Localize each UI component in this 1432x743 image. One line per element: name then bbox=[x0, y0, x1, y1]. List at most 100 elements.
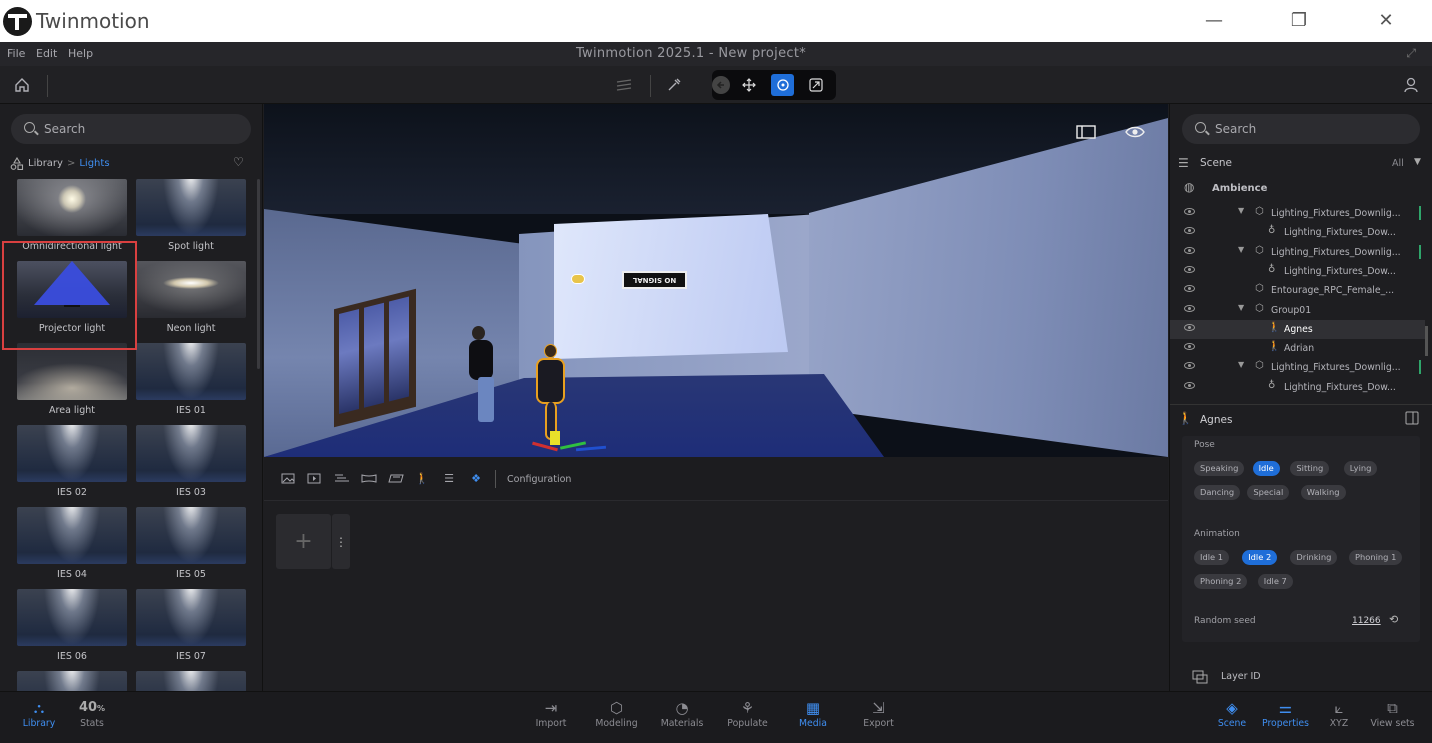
ambience-row[interactable]: ◍ Ambience bbox=[1184, 180, 1414, 198]
bottom-stats-tab[interactable]: 40% Stats bbox=[62, 698, 122, 729]
panel-toggle-icon[interactable] bbox=[1076, 124, 1096, 143]
bottom-tab-properties[interactable]: ⚌ Properties bbox=[1256, 698, 1316, 729]
library-search-input[interactable]: Search bbox=[11, 114, 251, 144]
randomize-icon[interactable]: ⟲ bbox=[1389, 613, 1398, 626]
bottom-tab-modeling[interactable]: ⬡ Modeling bbox=[587, 698, 647, 729]
minimize-button[interactable]: — bbox=[1199, 8, 1229, 34]
configuration-label[interactable]: Configuration bbox=[507, 474, 571, 485]
walk-icon[interactable]: 🚶 bbox=[415, 473, 429, 484]
fullscreen-icon[interactable]: ⤢ bbox=[1406, 46, 1416, 61]
library-item-partial[interactable] bbox=[136, 671, 246, 691]
animation-chip[interactable]: Idle 7 bbox=[1257, 574, 1293, 589]
rotate-icon[interactable] bbox=[771, 74, 794, 96]
library-item-ies-06[interactable]: IES 06 bbox=[17, 589, 127, 671]
eyedropper-icon[interactable] bbox=[664, 75, 684, 95]
library-item-neon-light[interactable]: Neon light bbox=[136, 261, 246, 343]
eye-icon[interactable] bbox=[1184, 246, 1195, 254]
collapse-panel-icon[interactable] bbox=[1405, 411, 1419, 428]
eye-icon[interactable] bbox=[1184, 323, 1195, 331]
gizmo-y-axis[interactable] bbox=[550, 431, 560, 445]
expand-chevron-icon[interactable]: ▼ bbox=[1238, 206, 1244, 215]
media-options-button[interactable]: ⋮ bbox=[332, 514, 350, 569]
library-item-projector-light[interactable]: Projector light bbox=[17, 261, 127, 343]
configuration-icon[interactable]: ❖ bbox=[469, 473, 483, 484]
bottom-library-tab[interactable]: ⛬ Library bbox=[9, 698, 69, 729]
scene-tree-row[interactable]: 🚶 Adrian bbox=[1170, 339, 1425, 358]
pose-chip[interactable]: Speaking bbox=[1194, 461, 1245, 476]
pose-chip[interactable]: Lying bbox=[1343, 461, 1378, 476]
eye-icon[interactable] bbox=[1184, 227, 1195, 235]
back-arrow-icon[interactable] bbox=[712, 76, 730, 94]
bottom-tab-populate[interactable]: ⚘ Populate bbox=[718, 698, 778, 729]
bottom-tab-import[interactable]: ⇥ Import bbox=[521, 698, 581, 729]
close-button[interactable]: ✕ bbox=[1371, 8, 1401, 34]
user-icon[interactable] bbox=[1401, 75, 1421, 95]
list-icon[interactable]: ☰ bbox=[442, 473, 456, 484]
eye-icon[interactable] bbox=[1184, 362, 1195, 370]
bottom-tab-export[interactable]: ⇲ Export bbox=[849, 698, 909, 729]
scene-tree-row[interactable]: ♁ Lighting_Fixtures_Dow... bbox=[1170, 262, 1425, 281]
video-icon[interactable] bbox=[307, 473, 321, 484]
bottom-tab-xyz[interactable]: ⟀ XYZ bbox=[1309, 698, 1369, 729]
pose-chip[interactable]: Sitting bbox=[1290, 461, 1330, 476]
restore-button[interactable]: ❐ bbox=[1284, 8, 1314, 34]
adrian-figure[interactable] bbox=[469, 340, 493, 380]
animation-chip[interactable]: Idle 1 bbox=[1194, 550, 1230, 565]
bottom-tab-scene[interactable]: ◈ Scene bbox=[1202, 698, 1262, 729]
library-item-area-light[interactable]: Area light bbox=[17, 343, 127, 425]
scene-tree-row[interactable]: ▼ ⬡ Group01 bbox=[1170, 301, 1425, 320]
add-media-button[interactable]: + bbox=[276, 514, 331, 569]
library-scrollbar[interactable] bbox=[257, 179, 260, 369]
sequence-icon[interactable] bbox=[334, 473, 349, 484]
breadcrumb-library[interactable]: Library bbox=[28, 158, 63, 169]
scene-tree-row[interactable]: ▼ ⬡ Lighting_Fixtures_Downlig... bbox=[1170, 243, 1425, 262]
animation-chip[interactable]: Drinking bbox=[1290, 550, 1338, 565]
library-item-ies-05[interactable]: IES 05 bbox=[136, 507, 246, 589]
move-icon[interactable] bbox=[739, 75, 759, 95]
library-item-ies-01[interactable]: IES 01 bbox=[136, 343, 246, 425]
scene-search-input[interactable]: Search bbox=[1182, 114, 1420, 144]
eye-icon[interactable] bbox=[1184, 285, 1195, 293]
scene-tree-row[interactable]: ♁ Lighting_Fixtures_Dow... bbox=[1170, 223, 1425, 242]
library-item-partial[interactable] bbox=[17, 671, 127, 691]
library-item-ies-03[interactable]: IES 03 bbox=[136, 425, 246, 507]
eye-icon[interactable] bbox=[1184, 381, 1195, 389]
random-seed-value[interactable]: 11266 bbox=[1352, 616, 1381, 626]
layers-icon[interactable] bbox=[614, 75, 634, 95]
pose-chip[interactable]: Special bbox=[1247, 485, 1290, 500]
animation-chip[interactable]: Idle 2 bbox=[1242, 550, 1278, 565]
library-item-ies-04[interactable]: IES 04 bbox=[17, 507, 127, 589]
library-item-ies-02[interactable]: IES 02 bbox=[17, 425, 127, 507]
menu-lines-icon[interactable]: ☰ bbox=[1178, 156, 1189, 170]
3d-viewport[interactable]: NO SIGNAL bbox=[264, 104, 1168, 457]
bottom-tab-materials[interactable]: ◔ Materials bbox=[652, 698, 712, 729]
eye-icon[interactable] bbox=[1184, 304, 1195, 312]
panorama-icon[interactable] bbox=[361, 473, 377, 484]
agnes-figure[interactable] bbox=[536, 358, 565, 404]
image-icon[interactable] bbox=[281, 473, 295, 484]
animation-chip[interactable]: Phoning 2 bbox=[1194, 574, 1248, 589]
library-item-spot-light[interactable]: Spot light bbox=[136, 179, 246, 261]
chevron-down-icon[interactable]: ▼ bbox=[1414, 157, 1421, 167]
tree-scrollbar[interactable] bbox=[1425, 326, 1428, 356]
eye-icon[interactable] bbox=[1184, 208, 1195, 215]
pose-chip[interactable]: Idle bbox=[1252, 461, 1280, 476]
expand-chevron-icon[interactable]: ▼ bbox=[1238, 303, 1244, 312]
expand-chevron-icon[interactable]: ▼ bbox=[1238, 245, 1244, 254]
bottom-tab-media[interactable]: ▦ Media bbox=[783, 698, 843, 729]
pose-chip[interactable]: Walking bbox=[1300, 485, 1346, 500]
home-icon[interactable] bbox=[12, 75, 32, 95]
scene-tree-row[interactable]: 🚶 Agnes bbox=[1170, 319, 1425, 339]
presentation-icon[interactable] bbox=[388, 473, 404, 484]
scene-tree-row[interactable]: ⬡ Entourage_RPC_Female_... bbox=[1170, 281, 1425, 300]
eye-icon[interactable] bbox=[1184, 265, 1195, 273]
bottom-tab-view-sets[interactable]: ⧉ View sets bbox=[1363, 698, 1423, 729]
breadcrumb-lights[interactable]: Lights bbox=[79, 158, 109, 169]
animation-chip[interactable]: Phoning 1 bbox=[1349, 550, 1403, 565]
scene-tree-row[interactable]: ▼ ⬡ Lighting_Fixtures_Downlig... bbox=[1170, 358, 1425, 377]
expand-chevron-icon[interactable]: ▼ bbox=[1238, 360, 1244, 369]
scene-tree-row[interactable]: ♁ Lighting_Fixtures_Dow... bbox=[1170, 378, 1425, 397]
visibility-eye-icon[interactable] bbox=[1125, 124, 1145, 143]
scene-tree-row[interactable]: ▼ ⬡ Lighting_Fixtures_Downlig... bbox=[1170, 204, 1425, 223]
eye-icon[interactable] bbox=[1184, 343, 1195, 351]
